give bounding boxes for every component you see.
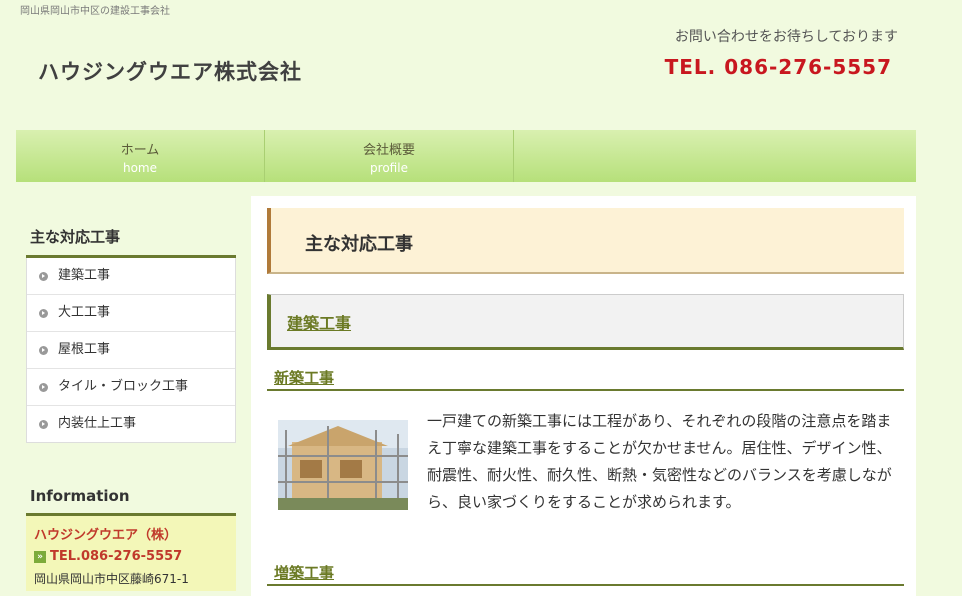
bullet-arrow-icon xyxy=(39,382,48,392)
nav-profile-sublabel: profile xyxy=(370,161,408,175)
sidebar-item-kenchiku[interactable]: 建築工事 xyxy=(27,258,235,295)
bullet-arrow-icon xyxy=(39,308,48,318)
info-address: 岡山県岡山市中区藤崎671-1 xyxy=(34,572,189,586)
sidebar-item-tile-block[interactable]: タイル・ブロック工事 xyxy=(27,369,235,406)
sidebar-item-yane[interactable]: 屋根工事 xyxy=(27,332,235,369)
nav-item-profile[interactable]: 会社概要 profile xyxy=(265,130,514,182)
section-title-link[interactable]: 建築工事 xyxy=(287,310,351,334)
subsection-link-zouchiku[interactable]: 増築工事 xyxy=(274,562,334,583)
info-tel-number: TEL.086-276-5557 xyxy=(50,549,183,564)
bullet-arrow-icon xyxy=(39,345,48,355)
info-company: ハウジングウエア（株） xyxy=(34,528,178,543)
info-heading: Information xyxy=(26,483,236,516)
page-title: 主な対応工事 xyxy=(305,234,413,255)
sidebar-heading: 主な対応工事 xyxy=(26,222,236,258)
sidebar-item-naisou[interactable]: 内装仕上工事 xyxy=(27,406,235,442)
sidebar-item-label: 内装仕上工事 xyxy=(58,416,137,431)
nav-home-label: ホーム xyxy=(120,143,160,158)
header-tagline: 岡山県岡山市中区の建設工事会社 xyxy=(20,6,170,17)
section-title-box: 建築工事 xyxy=(267,294,904,350)
page-title-box: 主な対応工事 xyxy=(267,208,904,274)
sidebar-item-label: 屋根工事 xyxy=(58,342,111,357)
bullet-arrow-icon xyxy=(39,271,48,281)
sidebar-item-daiku[interactable]: 大工工事 xyxy=(27,295,235,332)
nav-item-home[interactable]: ホーム home xyxy=(16,130,265,182)
subsection-title-shinchiku: 新築工事 xyxy=(267,363,904,391)
main-content: 主な対応工事 建築工事 新築工事 一戸建ての新築工事には工程があり、それぞれの段… xyxy=(251,196,916,596)
info-box: ハウジングウエア（株） » TEL.086-276-5557 岡山県岡山市中区藤… xyxy=(26,516,236,591)
sidebar: 主な対応工事 建築工事 大工工事 屋根工事 タイル・ブロック工事 内装仕上工事 … xyxy=(26,222,236,591)
contact-message: お問い合わせをお待ちしております xyxy=(674,29,898,45)
sidebar-item-label: 建築工事 xyxy=(58,268,111,283)
site-logo[interactable]: ハウジングウエア株式会社 xyxy=(38,56,302,86)
sidebar-menu: 建築工事 大工工事 屋根工事 タイル・ブロック工事 内装仕上工事 xyxy=(26,258,236,443)
sidebar-item-label: タイル・ブロック工事 xyxy=(58,379,189,394)
nav-home-sublabel: home xyxy=(122,161,158,175)
subsection-link-shinchiku[interactable]: 新築工事 xyxy=(274,367,334,388)
tel-arrow-icon: » xyxy=(34,550,46,563)
bullet-arrow-icon xyxy=(39,419,48,429)
construction-photo xyxy=(278,420,408,510)
sidebar-item-label: 大工工事 xyxy=(58,305,111,320)
subsection-title-zouchiku: 増築工事 xyxy=(267,558,904,586)
body-text-shinchiku: 一戸建ての新築工事には工程があり、それぞれの段階の注意点を踏まえ丁寧な建築工事を… xyxy=(427,412,892,511)
nav-profile-label: 会社概要 xyxy=(362,143,415,158)
info-tel[interactable]: » TEL.086-276-5557 xyxy=(34,549,228,564)
header-tel[interactable]: TEL. 086-276-5557 xyxy=(665,55,892,79)
global-nav: ホーム home 会社概要 profile xyxy=(16,130,916,182)
